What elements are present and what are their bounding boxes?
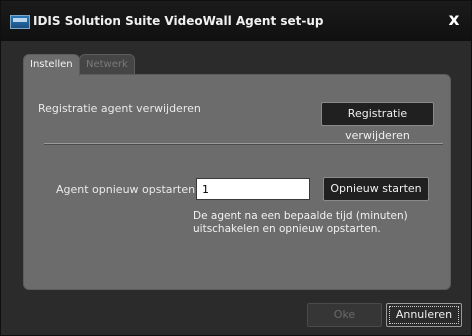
settings-panel: Registratie agent verwijderen Registrati… [23, 74, 451, 290]
tab-netwerk[interactable]: Netwerk [79, 54, 135, 75]
divider [44, 143, 443, 145]
ok-button[interactable]: Oke [307, 303, 382, 327]
restart-label: Agent opnieuw opstarten : [56, 183, 203, 196]
window-title: IDIS Solution Suite VideoWall Agent set-… [33, 14, 324, 28]
restart-button[interactable]: Opnieuw starten [323, 177, 429, 201]
restart-minutes-input[interactable] [196, 178, 310, 200]
monitor-icon [10, 15, 30, 29]
title-bar: IDIS Solution Suite VideoWall Agent set-… [1, 1, 471, 41]
cancel-button[interactable]: Annuleren [386, 303, 462, 327]
setup-dialog: IDIS Solution Suite VideoWall Agent set-… [0, 0, 472, 336]
restart-hint: De agent na een bepaalde tijd (minuten) … [193, 210, 408, 235]
unregister-label: Registratie agent verwijderen [38, 102, 201, 115]
close-icon[interactable]: x [445, 11, 463, 29]
tab-instellen[interactable]: Instellen [23, 54, 80, 76]
unregister-button[interactable]: Registratie verwijderen [321, 102, 434, 142]
